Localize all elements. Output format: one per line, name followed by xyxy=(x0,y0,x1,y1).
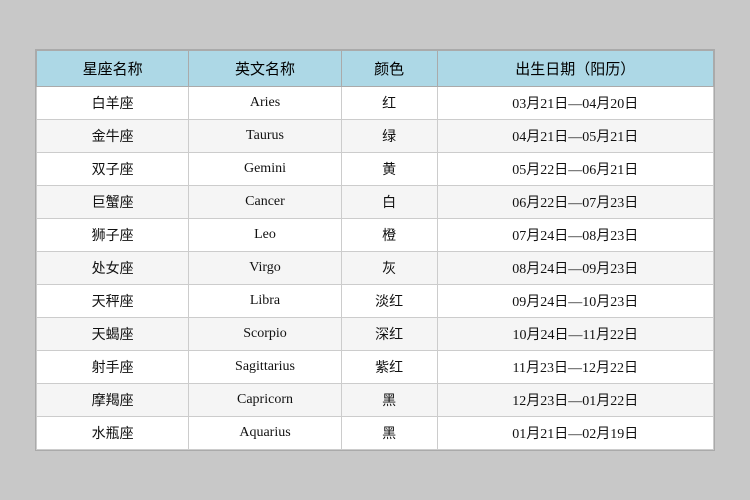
cell-dates: 11月23日—12月22日 xyxy=(437,351,713,384)
cell-dates: 04月21日—05月21日 xyxy=(437,120,713,153)
cell-chinese-name: 狮子座 xyxy=(37,219,189,252)
cell-english-name: Libra xyxy=(189,285,341,318)
cell-dates: 09月24日—10月23日 xyxy=(437,285,713,318)
cell-color: 黑 xyxy=(341,384,437,417)
cell-color: 黑 xyxy=(341,417,437,450)
table-row: 狮子座Leo橙07月24日—08月23日 xyxy=(37,219,714,252)
cell-color: 紫红 xyxy=(341,351,437,384)
table-row: 处女座Virgo灰08月24日—09月23日 xyxy=(37,252,714,285)
table-row: 射手座Sagittarius紫红11月23日—12月22日 xyxy=(37,351,714,384)
table-row: 摩羯座Capricorn黑12月23日—01月22日 xyxy=(37,384,714,417)
cell-color: 淡红 xyxy=(341,285,437,318)
cell-color: 红 xyxy=(341,87,437,120)
table-row: 巨蟹座Cancer白06月22日—07月23日 xyxy=(37,186,714,219)
cell-dates: 05月22日—06月21日 xyxy=(437,153,713,186)
cell-english-name: Taurus xyxy=(189,120,341,153)
cell-color: 橙 xyxy=(341,219,437,252)
cell-chinese-name: 处女座 xyxy=(37,252,189,285)
cell-english-name: Scorpio xyxy=(189,318,341,351)
zodiac-table-container: 星座名称 英文名称 颜色 出生日期（阳历） 白羊座Aries红03月21日—04… xyxy=(35,49,715,451)
table-row: 双子座Gemini黄05月22日—06月21日 xyxy=(37,153,714,186)
cell-chinese-name: 天秤座 xyxy=(37,285,189,318)
cell-english-name: Aries xyxy=(189,87,341,120)
cell-dates: 12月23日—01月22日 xyxy=(437,384,713,417)
cell-chinese-name: 白羊座 xyxy=(37,87,189,120)
cell-chinese-name: 水瓶座 xyxy=(37,417,189,450)
cell-chinese-name: 射手座 xyxy=(37,351,189,384)
cell-english-name: Virgo xyxy=(189,252,341,285)
cell-english-name: Cancer xyxy=(189,186,341,219)
cell-chinese-name: 天蝎座 xyxy=(37,318,189,351)
cell-chinese-name: 金牛座 xyxy=(37,120,189,153)
cell-english-name: Aquarius xyxy=(189,417,341,450)
cell-dates: 10月24日—11月22日 xyxy=(437,318,713,351)
cell-dates: 08月24日—09月23日 xyxy=(437,252,713,285)
cell-chinese-name: 巨蟹座 xyxy=(37,186,189,219)
table-row: 水瓶座Aquarius黑01月21日—02月19日 xyxy=(37,417,714,450)
cell-chinese-name: 双子座 xyxy=(37,153,189,186)
cell-english-name: Capricorn xyxy=(189,384,341,417)
cell-color: 绿 xyxy=(341,120,437,153)
table-row: 白羊座Aries红03月21日—04月20日 xyxy=(37,87,714,120)
cell-dates: 01月21日—02月19日 xyxy=(437,417,713,450)
cell-dates: 07月24日—08月23日 xyxy=(437,219,713,252)
cell-color: 白 xyxy=(341,186,437,219)
table-row: 天蝎座Scorpio深红10月24日—11月22日 xyxy=(37,318,714,351)
cell-english-name: Gemini xyxy=(189,153,341,186)
cell-english-name: Leo xyxy=(189,219,341,252)
header-chinese-name: 星座名称 xyxy=(37,51,189,87)
cell-chinese-name: 摩羯座 xyxy=(37,384,189,417)
table-body: 白羊座Aries红03月21日—04月20日金牛座Taurus绿04月21日—0… xyxy=(37,87,714,450)
zodiac-table: 星座名称 英文名称 颜色 出生日期（阳历） 白羊座Aries红03月21日—04… xyxy=(36,50,714,450)
header-dates: 出生日期（阳历） xyxy=(437,51,713,87)
header-color: 颜色 xyxy=(341,51,437,87)
cell-color: 灰 xyxy=(341,252,437,285)
cell-dates: 06月22日—07月23日 xyxy=(437,186,713,219)
cell-dates: 03月21日—04月20日 xyxy=(437,87,713,120)
table-row: 天秤座Libra淡红09月24日—10月23日 xyxy=(37,285,714,318)
cell-english-name: Sagittarius xyxy=(189,351,341,384)
header-english-name: 英文名称 xyxy=(189,51,341,87)
table-row: 金牛座Taurus绿04月21日—05月21日 xyxy=(37,120,714,153)
table-header-row: 星座名称 英文名称 颜色 出生日期（阳历） xyxy=(37,51,714,87)
cell-color: 深红 xyxy=(341,318,437,351)
cell-color: 黄 xyxy=(341,153,437,186)
